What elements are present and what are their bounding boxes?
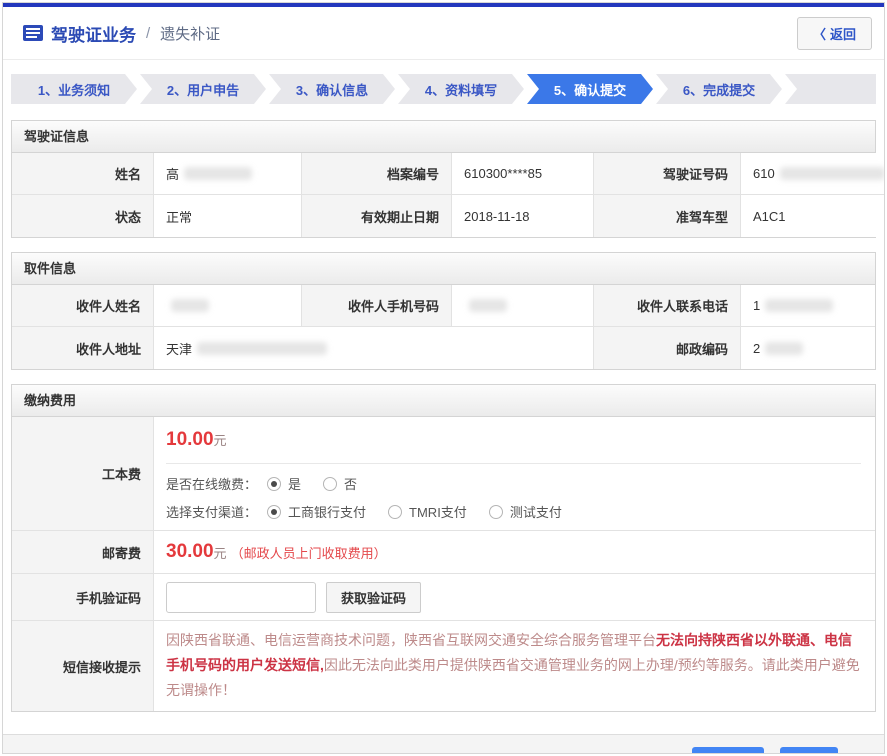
field-label-recipient-phone: 收件人联系电话 <box>594 285 741 327</box>
radio-channel-test[interactable]: 测试支付 <box>489 502 562 521</box>
step-3[interactable]: 3、确认信息 <box>269 74 395 104</box>
production-fee-row: 工本费 10.00元 是否在线缴费： 是 否 选择支付渠道： 工商银行支付 TM… <box>12 417 875 531</box>
online-payment-question-row: 是否在线缴费： 是 否 <box>166 474 861 493</box>
online-payment-question: 是否在线缴费： <box>166 474 257 493</box>
field-value-recipient-phone: 1 <box>741 285 875 327</box>
license-section-title: 驾驶证信息 <box>12 121 875 153</box>
page-title: 驾驶证业务 <box>51 21 136 46</box>
step-nav: 1、业务须知 2、用户申告 3、确认信息 4、资料填写 5、确认提交 6、完成提… <box>11 74 876 104</box>
redacted-text <box>197 342 327 355</box>
step-2[interactable]: 2、用户申告 <box>140 74 266 104</box>
previous-step-button[interactable]: 上一步 <box>692 747 764 754</box>
back-button[interactable]: 〈返回 <box>797 17 872 50</box>
step-5-active[interactable]: 5、确认提交 <box>527 74 653 104</box>
radio-online-yes[interactable]: 是 <box>267 474 301 493</box>
sms-notice-content: 因陕西省联通、电信运营商技术问题，陕西省互联网交通安全综合服务管理平台无法向持陕… <box>154 621 875 711</box>
redacted-text <box>780 167 885 180</box>
license-info-section: 驾驶证信息 姓名 高 档案编号 610300****85 驾驶证号码 610 状… <box>11 120 876 238</box>
field-value-recipient-address: 天津 <box>154 327 594 369</box>
step-1[interactable]: 1、业务须知 <box>11 74 137 104</box>
page-header: 驾驶证业务 / 遗失补证 〈返回 <box>3 7 884 60</box>
payment-section-title: 缴纳费用 <box>12 385 875 417</box>
payment-channel-question: 选择支付渠道： <box>166 502 257 521</box>
field-value-valid-until: 2018-11-18 <box>452 195 594 237</box>
field-value-file-number: 610300****85 <box>452 153 594 195</box>
footer-action-bar: 上一步 完成 <box>3 734 884 754</box>
field-label-postage-fee: 邮寄费 <box>12 531 154 573</box>
field-value-license-number: 610 <box>741 153 885 195</box>
radio-selected-icon[interactable] <box>267 505 281 519</box>
pickup-info-section: 取件信息 收件人姓名 收件人手机号码 收件人联系电话 1 收件人地址 天津 邮政… <box>11 252 876 370</box>
redacted-text <box>184 167 252 180</box>
sms-notice-text: 因陕西省联通、电信运营商技术问题，陕西省互联网交通安全综合服务管理平台无法向持陕… <box>166 621 861 711</box>
captcha-row: 手机验证码 获取验证码 <box>12 574 875 621</box>
page: 驾驶证业务 / 遗失补证 〈返回 1、业务须知 2、用户申告 3、确认信息 4、… <box>2 2 885 754</box>
field-label-sms-notice: 短信接收提示 <box>12 621 154 711</box>
radio-unselected-icon[interactable] <box>489 505 503 519</box>
breadcrumb: 驾驶证业务 / 遗失补证 <box>23 21 220 46</box>
step-6[interactable]: 6、完成提交 <box>656 74 782 104</box>
field-label-recipient-name: 收件人姓名 <box>12 285 154 327</box>
page-subtitle: 遗失补证 <box>160 23 220 44</box>
redacted-text <box>765 342 803 355</box>
step-nav-filler <box>785 74 876 104</box>
postage-fee-note: （邮政人员上门收取费用） <box>231 543 387 562</box>
field-label-status: 状态 <box>12 195 154 237</box>
field-label-vehicle-class: 准驾车型 <box>594 195 741 237</box>
field-label-recipient-address: 收件人地址 <box>12 327 154 369</box>
field-value-recipient-mobile <box>452 285 594 327</box>
radio-unselected-icon[interactable] <box>388 505 402 519</box>
field-label-name: 姓名 <box>12 153 154 195</box>
field-value-status: 正常 <box>154 195 302 237</box>
captcha-content: 获取验证码 <box>154 574 875 620</box>
field-value-name: 高 <box>154 153 302 195</box>
radio-online-no[interactable]: 否 <box>323 474 357 493</box>
redacted-text <box>171 299 209 312</box>
field-label-postcode: 邮政编码 <box>594 327 741 369</box>
field-value-vehicle-class: A1C1 <box>741 195 885 237</box>
redacted-text <box>469 299 507 312</box>
postage-fee-content: 30.00元 （邮政人员上门收取费用） <box>154 531 875 573</box>
breadcrumb-separator: / <box>146 25 150 42</box>
production-fee-content: 10.00元 是否在线缴费： 是 否 选择支付渠道： 工商银行支付 TMRI支付… <box>154 417 875 530</box>
pickup-section-title: 取件信息 <box>12 253 875 285</box>
production-fee-amount: 10.00元 <box>166 417 861 451</box>
field-label-captcha: 手机验证码 <box>12 574 154 620</box>
field-label-license-number: 驾驶证号码 <box>594 153 741 195</box>
radio-selected-icon[interactable] <box>267 477 281 491</box>
field-label-recipient-mobile: 收件人手机号码 <box>302 285 452 327</box>
field-value-recipient-name <box>154 285 302 327</box>
payment-channel-question-row: 选择支付渠道： 工商银行支付 TMRI支付 测试支付 <box>166 502 861 521</box>
get-captcha-button[interactable]: 获取验证码 <box>326 582 421 613</box>
field-label-file-number: 档案编号 <box>302 153 452 195</box>
field-label-production-fee: 工本费 <box>12 417 154 530</box>
captcha-input[interactable] <box>166 582 316 613</box>
field-label-valid-until: 有效期止日期 <box>302 195 452 237</box>
back-button-label: 返回 <box>830 27 856 42</box>
divider <box>166 463 861 464</box>
chevron-left-icon: 〈 <box>813 27 826 42</box>
sms-notice-row: 短信接收提示 因陕西省联通、电信运营商技术问题，陕西省互联网交通安全综合服务管理… <box>12 621 875 711</box>
payment-section: 缴纳费用 工本费 10.00元 是否在线缴费： 是 否 选择支付渠道： 工商银行… <box>11 384 876 712</box>
finish-button[interactable]: 完成 <box>780 747 838 754</box>
redacted-text <box>765 299 833 312</box>
radio-channel-tmri[interactable]: TMRI支付 <box>388 502 467 521</box>
list-icon <box>23 25 43 41</box>
field-value-postcode: 2 <box>741 327 875 369</box>
radio-unselected-icon[interactable] <box>323 477 337 491</box>
radio-channel-icbc[interactable]: 工商银行支付 <box>267 502 366 521</box>
step-4[interactable]: 4、资料填写 <box>398 74 524 104</box>
postage-fee-row: 邮寄费 30.00元 （邮政人员上门收取费用） <box>12 531 875 574</box>
